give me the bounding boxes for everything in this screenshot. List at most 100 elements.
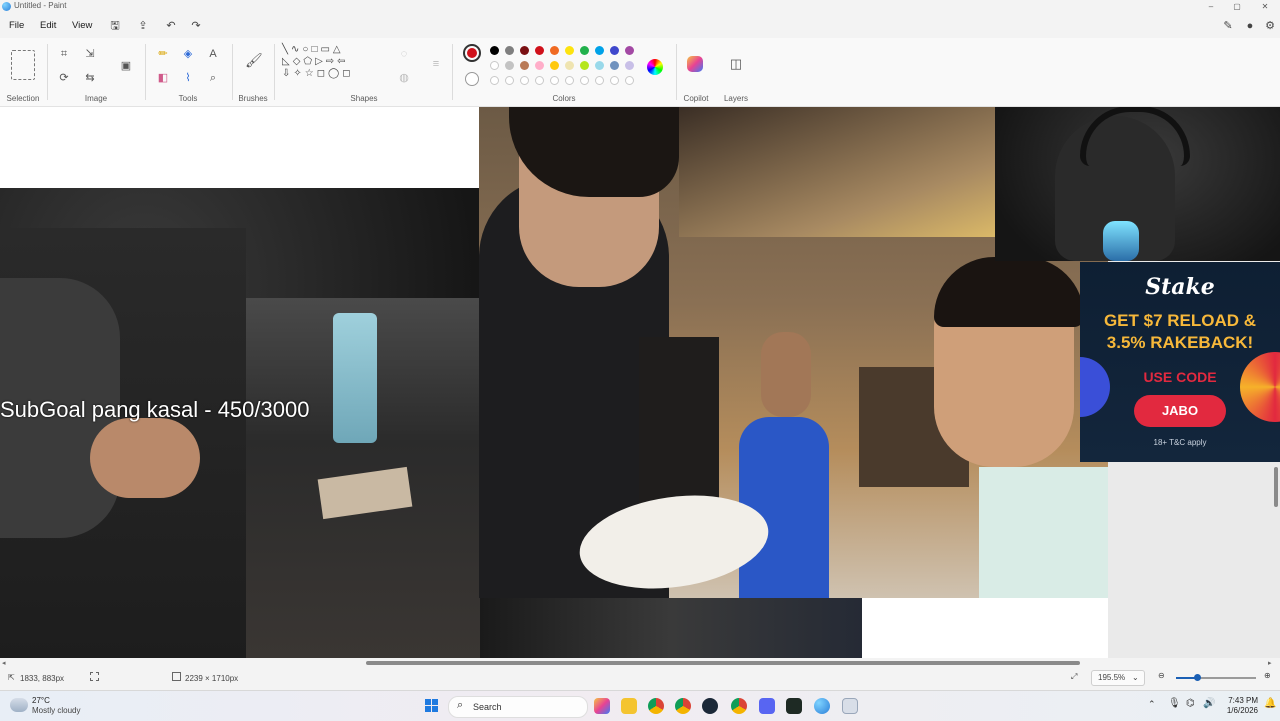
palette-row2-swatch-6[interactable]	[580, 61, 589, 70]
horizontal-scrollbar-thumb[interactable]	[366, 661, 1080, 665]
eraser-icon[interactable]: ◧	[155, 70, 171, 86]
feedback-icon[interactable]: ✎	[1220, 18, 1236, 34]
resize-icon[interactable]: ⇲	[82, 46, 98, 62]
palette-row1-swatch-2[interactable]	[520, 46, 529, 55]
edit-colors-icon[interactable]	[647, 59, 663, 75]
custom-color-slot-0[interactable]	[490, 76, 499, 85]
rotate-icon[interactable]: ⟳	[56, 70, 72, 86]
palette-row1-swatch-9[interactable]	[625, 46, 634, 55]
canvas-area[interactable]: SubGoal pang kasal - 450/3000 Stake GET …	[0, 107, 1280, 658]
clock-time[interactable]: 7:43 PM	[1222, 696, 1258, 705]
custom-color-slot-5[interactable]	[565, 76, 574, 85]
custom-color-slot-2[interactable]	[520, 76, 529, 85]
palette-row1-swatch-1[interactable]	[505, 46, 514, 55]
palette-row2-swatch-1[interactable]	[505, 61, 514, 70]
fill-icon[interactable]: ◈	[180, 46, 196, 62]
stake-ad[interactable]: Stake GET $7 RELOAD & 3.5% RAKEBACK! USE…	[1080, 262, 1280, 462]
share-icon[interactable]: ⇪	[135, 18, 151, 34]
windows-start-icon[interactable]	[425, 699, 439, 713]
weather-temp[interactable]: 27°C	[32, 696, 50, 705]
palette-row2-swatch-0[interactable]	[490, 61, 499, 70]
zoom-dropdown[interactable]: 195.5% ⌄	[1091, 670, 1145, 686]
zoom-in-icon[interactable]: ⊕	[1264, 671, 1271, 680]
snipping-tool-icon[interactable]	[842, 698, 858, 714]
scroll-left-icon[interactable]: ◂	[2, 659, 6, 667]
microphone-icon[interactable]: 🎙	[1168, 698, 1181, 709]
copilot-icon[interactable]	[687, 56, 703, 72]
account-icon[interactable]: ●	[1242, 18, 1258, 34]
menu-edit[interactable]: Edit	[40, 20, 56, 31]
outline-icon[interactable]: ◌	[396, 46, 412, 62]
brush-icon[interactable]: 🖌	[245, 52, 263, 68]
color-picker-icon[interactable]: ⌇	[180, 70, 196, 86]
vertical-scrollbar-thumb[interactable]	[1274, 467, 1278, 507]
palette-row2-swatch-3[interactable]	[535, 61, 544, 70]
flip-icon[interactable]: ⇆	[82, 70, 98, 86]
custom-color-slot-4[interactable]	[550, 76, 559, 85]
paint-taskbar-icon[interactable]	[814, 698, 830, 714]
network-icon[interactable]: ⌬	[1186, 698, 1195, 709]
palette-row2-swatch-8[interactable]	[610, 61, 619, 70]
palette-row2-swatch-9[interactable]	[625, 61, 634, 70]
zoom-out-icon[interactable]: ⊖	[1158, 671, 1165, 680]
notifications-icon[interactable]: 🔔	[1264, 698, 1276, 709]
custom-color-slot-6[interactable]	[580, 76, 589, 85]
secondary-color-swatch[interactable]	[465, 72, 479, 86]
custom-color-slot-8[interactable]	[610, 76, 619, 85]
copilot-taskbar-icon[interactable]	[594, 698, 610, 714]
file-explorer-icon[interactable]	[621, 698, 637, 714]
text-icon[interactable]: A	[205, 46, 221, 62]
palette-row1-swatch-6[interactable]	[580, 46, 589, 55]
custom-color-slot-3[interactable]	[535, 76, 544, 85]
volume-icon[interactable]: 🔊	[1203, 698, 1215, 709]
custom-color-slot-9[interactable]	[625, 76, 634, 85]
clock-date[interactable]: 1/6/2026	[1218, 706, 1258, 715]
chrome-profile-icon[interactable]	[675, 698, 691, 714]
kick-app-icon[interactable]	[786, 698, 802, 714]
shapes-gallery[interactable]: ╲∿○□▭△ ◺◇⬠▷⇨⇦ ⇩✧☆◻◯◻	[282, 44, 382, 92]
undo-icon[interactable]: ↶	[163, 18, 179, 34]
redo-icon[interactable]: ↷	[188, 18, 204, 34]
weather-cloud-icon[interactable]	[10, 698, 28, 712]
layers-icon[interactable]: ◫	[728, 56, 744, 72]
taskbar-search-box[interactable]: ⌕ Search	[448, 696, 588, 718]
tray-chevron-icon[interactable]: ⌃	[1148, 699, 1156, 710]
steam-icon[interactable]	[702, 698, 718, 714]
horizontal-scrollbar[interactable]: ◂ ▸	[0, 658, 1280, 668]
palette-row1-swatch-0[interactable]	[490, 46, 499, 55]
pencil-icon[interactable]: ✏	[155, 46, 171, 62]
magnifier-icon[interactable]: ⌕	[205, 70, 221, 86]
save-icon[interactable]: 🖫	[107, 18, 123, 34]
fit-to-window-icon[interactable]: ⤢	[1071, 672, 1077, 682]
palette-row2-swatch-5[interactable]	[565, 61, 574, 70]
menu-file[interactable]: File	[9, 20, 24, 31]
crop-icon[interactable]: ⌗	[56, 46, 72, 62]
palette-row1-swatch-7[interactable]	[595, 46, 604, 55]
ad-code-button[interactable]: JABO	[1134, 395, 1226, 427]
maximize-button[interactable]: ▢	[1222, 0, 1252, 14]
palette-row1-swatch-3[interactable]	[535, 46, 544, 55]
shape-fill-icon[interactable]: ◍	[396, 70, 412, 86]
chrome-icon[interactable]	[648, 698, 664, 714]
image-select-icon[interactable]: ▣	[118, 58, 134, 74]
selection-tool-icon[interactable]	[11, 50, 35, 80]
size-icon[interactable]: ≡	[428, 56, 444, 72]
palette-row2-swatch-2[interactable]	[520, 61, 529, 70]
palette-row1-swatch-4[interactable]	[550, 46, 559, 55]
palette-row1-swatch-5[interactable]	[565, 46, 574, 55]
settings-icon[interactable]: ⚙	[1262, 18, 1278, 34]
palette-row1-swatch-8[interactable]	[610, 46, 619, 55]
chrome-alt-icon[interactable]	[731, 698, 747, 714]
custom-color-slot-7[interactable]	[595, 76, 604, 85]
scroll-right-icon[interactable]: ▸	[1268, 659, 1272, 667]
zoom-slider-thumb[interactable]	[1194, 674, 1201, 681]
palette-row2-swatch-7[interactable]	[595, 61, 604, 70]
palette-row2-swatch-4[interactable]	[550, 61, 559, 70]
menu-view[interactable]: View	[72, 20, 92, 31]
weather-desc[interactable]: Mostly cloudy	[32, 706, 80, 715]
custom-color-slot-1[interactable]	[505, 76, 514, 85]
current-color-outline[interactable]	[463, 44, 481, 62]
zoom-slider-track[interactable]	[1176, 674, 1256, 681]
close-button[interactable]: ✕	[1250, 0, 1280, 14]
discord-icon[interactable]	[759, 698, 775, 714]
